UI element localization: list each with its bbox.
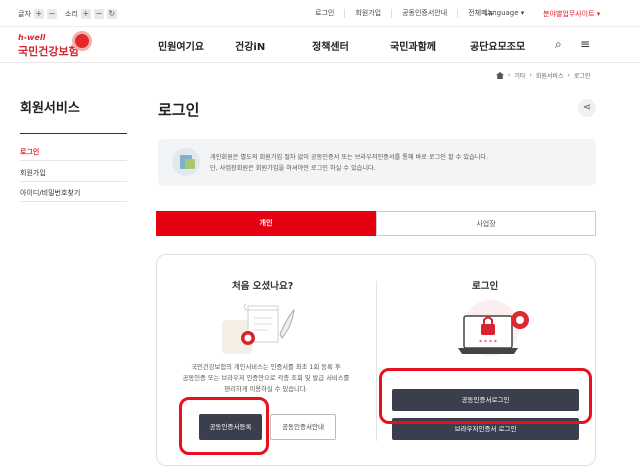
partner-sites-select[interactable]: 분야별업무사이트 ▾ <box>543 9 600 19</box>
highlight-box <box>179 397 269 455</box>
logo-hwell: h-well <box>18 33 46 42</box>
gnb-policy[interactable]: 정책센터 <box>312 38 349 53</box>
building-icon <box>172 148 200 176</box>
breadcrumb-current: 로그인 <box>573 73 591 80</box>
notice-line-2: 단, 사업장회원은 회원가입을 하셔야만 로그인 하실 수 있습니다. <box>210 165 376 172</box>
divider <box>20 160 127 161</box>
font-size-control: 글자 + − <box>18 9 57 19</box>
gnb-health-in[interactable]: 건강iN <box>235 38 265 53</box>
breadcrumb-sep: › <box>529 72 532 79</box>
page-title: 로그인 <box>158 101 200 119</box>
sound-minus-button[interactable]: − <box>93 9 104 19</box>
first-visit-desc-1: 국민건강보험의 개인서비스는 인증서를 최초 1회 등록 후 <box>191 364 341 371</box>
breadcrumb-sep: › <box>567 72 570 79</box>
breadcrumb-sep: › <box>508 72 511 79</box>
gnb-about[interactable]: 공단요모조모 <box>470 38 525 53</box>
sidebar-item-login[interactable]: 로그인 <box>20 147 39 157</box>
first-visit-desc-2: 공동인증 또는 브라우저 인증만으로 각종 조회 및 발급 서비스를 <box>182 375 350 382</box>
font-size-minus-button[interactable]: − <box>46 9 57 19</box>
breadcrumb: › 기타 › 회원서비스 › 로그인 <box>496 71 590 80</box>
share-icon[interactable]: ⋖ <box>578 99 596 117</box>
divider <box>0 26 640 27</box>
breadcrumb-item[interactable]: 회원서비스 <box>536 71 564 80</box>
notice-line-1: 개인회원은 별도의 회원가입 절차 없이 공동인증서 또는 브라우저인증서를 통… <box>210 154 489 161</box>
menu-icon[interactable]: ≡ <box>580 37 590 51</box>
utility-bar: 글자 + − 소리 + − ↻ 로그인 회원가입 공동인증서안내 전체메뉴 La… <box>0 0 640 26</box>
cert-guide-button[interactable]: 공동인증서안내 <box>270 414 336 440</box>
util-link-login[interactable]: 로그인 <box>305 9 346 18</box>
certificate-icon <box>222 303 295 354</box>
first-visit-title: 처음 오셨나요? <box>232 281 294 292</box>
divider <box>0 62 640 63</box>
highlight-box <box>379 368 592 424</box>
logo-emblem-icon <box>72 31 92 51</box>
divider <box>20 201 127 202</box>
language-select[interactable]: Language ▾ <box>484 9 524 17</box>
util-link-cert-guide[interactable]: 공동인증서안내 <box>392 9 459 18</box>
laptop-lock-icon: * * * * <box>458 300 529 356</box>
sound-plus-button[interactable]: + <box>80 9 91 19</box>
divider <box>20 181 127 182</box>
sound-control: 소리 + − ↻ <box>65 9 117 19</box>
sidebar-title: 회원서비스 <box>20 101 80 116</box>
sound-label: 소리 <box>65 10 78 18</box>
logo-name: 국민건강보험 <box>18 45 79 58</box>
tab-personal[interactable]: 개인 <box>156 211 376 236</box>
sidebar-item-find-id[interactable]: 아이디/비밀번호찾기 <box>20 188 80 198</box>
sidebar-item-join[interactable]: 회원가입 <box>20 168 46 178</box>
sound-reset-button[interactable]: ↻ <box>106 9 117 19</box>
util-link-join[interactable]: 회원가입 <box>345 9 393 18</box>
tab-business[interactable]: 사업장 <box>376 211 596 236</box>
login-title: 로그인 <box>472 281 499 292</box>
breadcrumb-item[interactable]: 기타 <box>514 71 525 80</box>
utility-links: 로그인 회원가입 공동인증서안내 전체메뉴 <box>305 9 504 18</box>
gnb-civil[interactable]: 민원여기요 <box>158 38 204 53</box>
notice-box: 개인회원은 별도의 회원가입 절차 없이 공동인증서 또는 브라우저인증서를 통… <box>158 139 596 186</box>
divider <box>20 133 127 134</box>
gnb-together[interactable]: 국민과함께 <box>390 38 436 53</box>
home-icon[interactable] <box>496 72 504 79</box>
font-size-label: 글자 <box>18 10 31 18</box>
search-icon[interactable]: ⌕ <box>555 37 562 52</box>
font-size-plus-button[interactable]: + <box>33 9 44 19</box>
site-logo[interactable]: h-well 국민건강보험 <box>18 31 92 59</box>
password-mask: * * * * <box>479 339 497 346</box>
first-visit-desc-3: 편리하게 이용하실 수 있습니다. <box>224 386 308 393</box>
divider <box>376 281 377 441</box>
